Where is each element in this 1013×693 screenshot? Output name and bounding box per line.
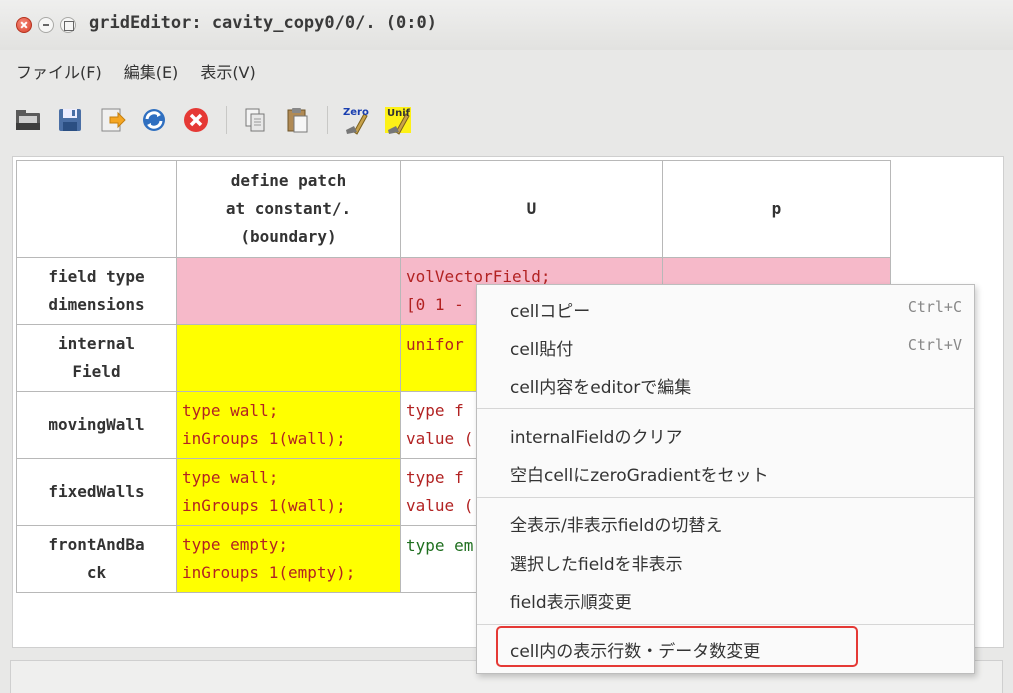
window-maximize-button[interactable] bbox=[60, 17, 76, 33]
reload-icon[interactable] bbox=[138, 104, 170, 136]
column-header-p[interactable]: p bbox=[662, 160, 891, 258]
row-header[interactable]: fixedWalls bbox=[16, 458, 177, 526]
window-close-button[interactable] bbox=[16, 17, 32, 33]
menu-item-clear-internal-field[interactable]: internalFieldのクリア bbox=[477, 419, 974, 449]
row-header-line: Field bbox=[72, 362, 121, 381]
row-header-line: internal bbox=[57, 334, 136, 353]
row-header[interactable]: movingWall bbox=[16, 391, 177, 459]
menu-item-cell-copy[interactable]: cellコピー Ctrl+C bbox=[477, 293, 974, 323]
highlight-box bbox=[496, 626, 858, 667]
grid-cell[interactable]: type empty; inGroups 1(empty); bbox=[176, 525, 401, 593]
close-red-icon[interactable] bbox=[180, 104, 212, 136]
menu-file[interactable]: ファイル(F) bbox=[16, 56, 102, 84]
save-icon[interactable] bbox=[54, 104, 86, 136]
menu-item-label: 空白cellにzeroGradientをセット bbox=[510, 466, 769, 486]
toolbar-separator bbox=[327, 106, 328, 134]
row-header[interactable]: frontAndBa ck bbox=[16, 525, 177, 593]
menu-item-field-order[interactable]: field表示順変更 bbox=[477, 584, 974, 614]
menu-item-edit-in-editor[interactable]: cell内容をeditorで編集 bbox=[477, 369, 974, 399]
row-header[interactable]: field type dimensions bbox=[16, 257, 177, 325]
window-title: gridEditor: cavity_copy0/0/. (0:0) bbox=[89, 13, 437, 33]
cell-line: type wall; bbox=[182, 401, 279, 420]
menu-edit[interactable]: 編集(E) bbox=[124, 56, 179, 84]
menu-separator bbox=[477, 624, 974, 625]
row-header-line: ck bbox=[86, 563, 107, 582]
menu-item-label: 選択したfieldを非表示 bbox=[510, 555, 683, 575]
corner-cell[interactable] bbox=[16, 160, 177, 258]
row-header-line: field type bbox=[48, 267, 145, 286]
row-header-line: frontAndBa bbox=[48, 535, 145, 554]
open-folder-icon[interactable] bbox=[12, 104, 44, 136]
column-header-boundary[interactable]: define patch at constant/. (boundary) bbox=[176, 160, 401, 258]
grid-cell[interactable] bbox=[176, 257, 401, 325]
paste-icon[interactable] bbox=[281, 104, 313, 136]
menu-view[interactable]: 表示(V) bbox=[200, 56, 255, 84]
menu-item-set-zero-gradient[interactable]: 空白cellにzeroGradientをセット bbox=[477, 457, 974, 487]
column-header-u[interactable]: U bbox=[400, 160, 663, 258]
row-header[interactable]: internal Field bbox=[16, 324, 177, 392]
cell-line: inGroups 1(wall); bbox=[182, 496, 346, 515]
cell-line: type wall; bbox=[182, 468, 279, 487]
toolbar-separator bbox=[226, 106, 227, 134]
header-line: define patch bbox=[230, 171, 347, 190]
copy-icon[interactable] bbox=[239, 104, 271, 136]
menu-item-shortcut: Ctrl+V bbox=[907, 336, 962, 354]
header-line: at constant/. bbox=[225, 199, 352, 218]
menu-bar: ファイル(F) 編集(E) 表示(V) bbox=[0, 56, 256, 84]
cell-line: inGroups 1(wall); bbox=[182, 429, 346, 448]
toolbar: Zero Unif bbox=[12, 100, 424, 140]
grid-cell[interactable] bbox=[176, 324, 401, 392]
table-header-row: define patch at constant/. (boundary) U … bbox=[16, 160, 891, 258]
unif-icon-label: Unif bbox=[387, 108, 411, 119]
title-bar: gridEditor: cavity_copy0/0/. (0:0) bbox=[0, 0, 1013, 50]
menu-item-label: internalFieldのクリア bbox=[510, 428, 683, 448]
unif-icon[interactable]: Unif bbox=[382, 104, 414, 136]
grid-cell[interactable]: type wall; inGroups 1(wall); bbox=[176, 458, 401, 526]
cell-line: type empty; bbox=[182, 535, 288, 554]
menu-item-shortcut: Ctrl+C bbox=[907, 298, 962, 316]
cell-line: inGroups 1(empty); bbox=[182, 563, 356, 582]
zero-icon-label: Zero bbox=[343, 107, 369, 118]
row-header-line: dimensions bbox=[48, 295, 145, 314]
menu-item-label: field表示順変更 bbox=[510, 593, 632, 613]
header-line: (boundary) bbox=[240, 227, 337, 246]
export-icon[interactable] bbox=[96, 104, 128, 136]
menu-item-cell-paste[interactable]: cell貼付 Ctrl+V bbox=[477, 331, 974, 361]
grid-cell[interactable]: type wall; inGroups 1(wall); bbox=[176, 391, 401, 459]
context-menu: cellコピー Ctrl+C cell貼付 Ctrl+V cell内容をedit… bbox=[476, 284, 975, 674]
menu-item-label: 全表示/非表示fieldの切替え bbox=[510, 516, 723, 536]
zero-icon[interactable]: Zero bbox=[340, 104, 372, 136]
menu-item-label: cellコピー bbox=[510, 302, 591, 322]
menu-separator bbox=[477, 408, 974, 409]
menu-item-label: cell貼付 bbox=[510, 340, 574, 360]
menu-item-hide-selected-field[interactable]: 選択したfieldを非表示 bbox=[477, 546, 974, 576]
window-minimize-button[interactable] bbox=[38, 17, 54, 33]
menu-item-toggle-field-visibility[interactable]: 全表示/非表示fieldの切替え bbox=[477, 507, 974, 537]
menu-separator bbox=[477, 497, 974, 498]
menu-item-label: cell内容をeditorで編集 bbox=[510, 378, 692, 398]
